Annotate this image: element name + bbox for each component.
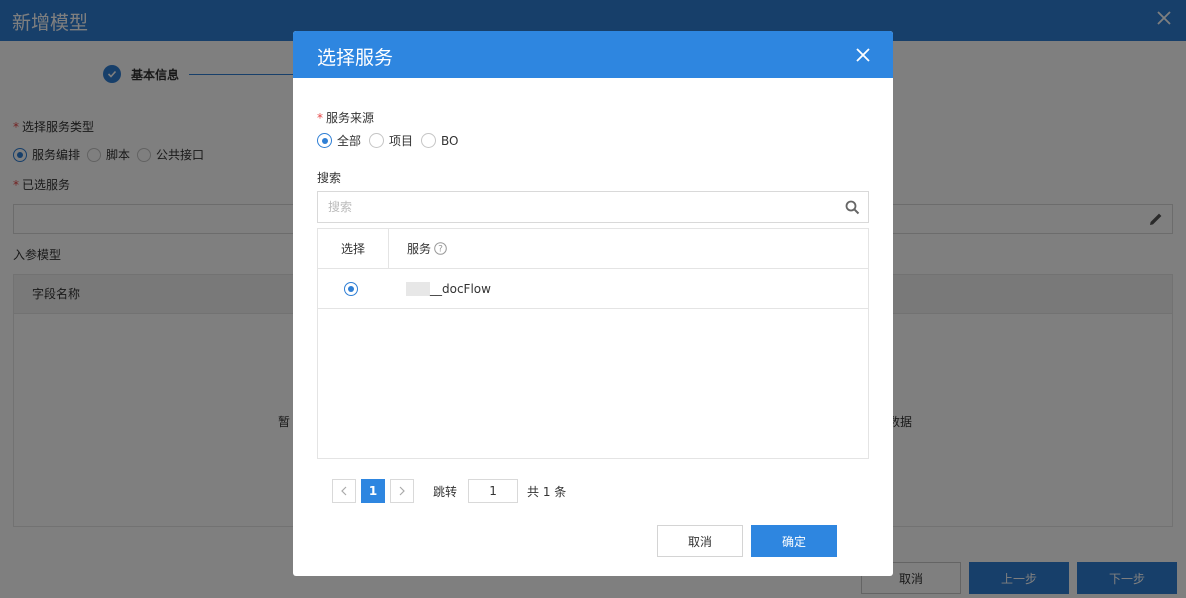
search-label: 搜索 — [317, 171, 342, 185]
jump-page-input[interactable]: 1 — [468, 479, 519, 503]
select-service-dialog: 选择服务 *服务来源 全部 项目 BO 搜索 选择 服务 ? — [293, 31, 893, 576]
source-option-project[interactable]: 项目 — [369, 132, 413, 149]
next-page-button[interactable] — [390, 479, 414, 503]
service-table: 选择 服务 ? __docFlow — [317, 228, 869, 459]
svg-text:?: ? — [438, 245, 443, 255]
redacted-block — [406, 281, 430, 296]
search-input[interactable] — [318, 192, 868, 222]
search-icon[interactable] — [845, 200, 860, 215]
column-header-service: 服务 ? — [389, 229, 447, 268]
dialog-cancel-button[interactable]: 取消 — [657, 525, 743, 557]
row-radio-button[interactable] — [344, 281, 358, 296]
row-select-cell — [318, 281, 389, 296]
total-count: 共 1 条 — [527, 484, 567, 499]
chevron-left-icon — [341, 486, 347, 496]
dialog-header: 选择服务 — [293, 31, 893, 78]
jump-label: 跳转 — [433, 484, 458, 499]
page-number-button[interactable]: 1 — [361, 479, 385, 503]
source-option-all[interactable]: 全部 — [317, 132, 361, 149]
column-header-select: 选择 — [318, 229, 389, 268]
dialog-confirm-button[interactable]: 确定 — [751, 525, 837, 557]
row-service-cell: __docFlow — [389, 281, 491, 296]
service-source-label: * 服务来源 — [317, 111, 375, 125]
question-mark-icon[interactable]: ? — [434, 242, 447, 255]
service-source-radio-group: 全部 项目 BO — [317, 132, 463, 149]
radio-button[interactable] — [421, 133, 437, 148]
service-name: __docFlow — [430, 281, 491, 296]
pagination: 1 跳转 1 共 1 条 — [332, 479, 566, 503]
chevron-right-icon — [399, 486, 405, 496]
dialog-title: 选择服务 — [317, 47, 394, 69]
radio-button[interactable] — [369, 133, 385, 148]
source-option-bo[interactable]: BO — [421, 133, 459, 148]
prev-page-button[interactable] — [332, 479, 356, 503]
column-header-service-label: 服务 — [407, 242, 432, 256]
close-icon[interactable] — [855, 47, 871, 63]
table-header: 选择 服务 ? — [318, 229, 868, 269]
table-row[interactable]: __docFlow — [318, 269, 868, 309]
search-box — [317, 191, 869, 223]
required-mark: * — [317, 111, 323, 125]
radio-button[interactable] — [317, 133, 332, 148]
